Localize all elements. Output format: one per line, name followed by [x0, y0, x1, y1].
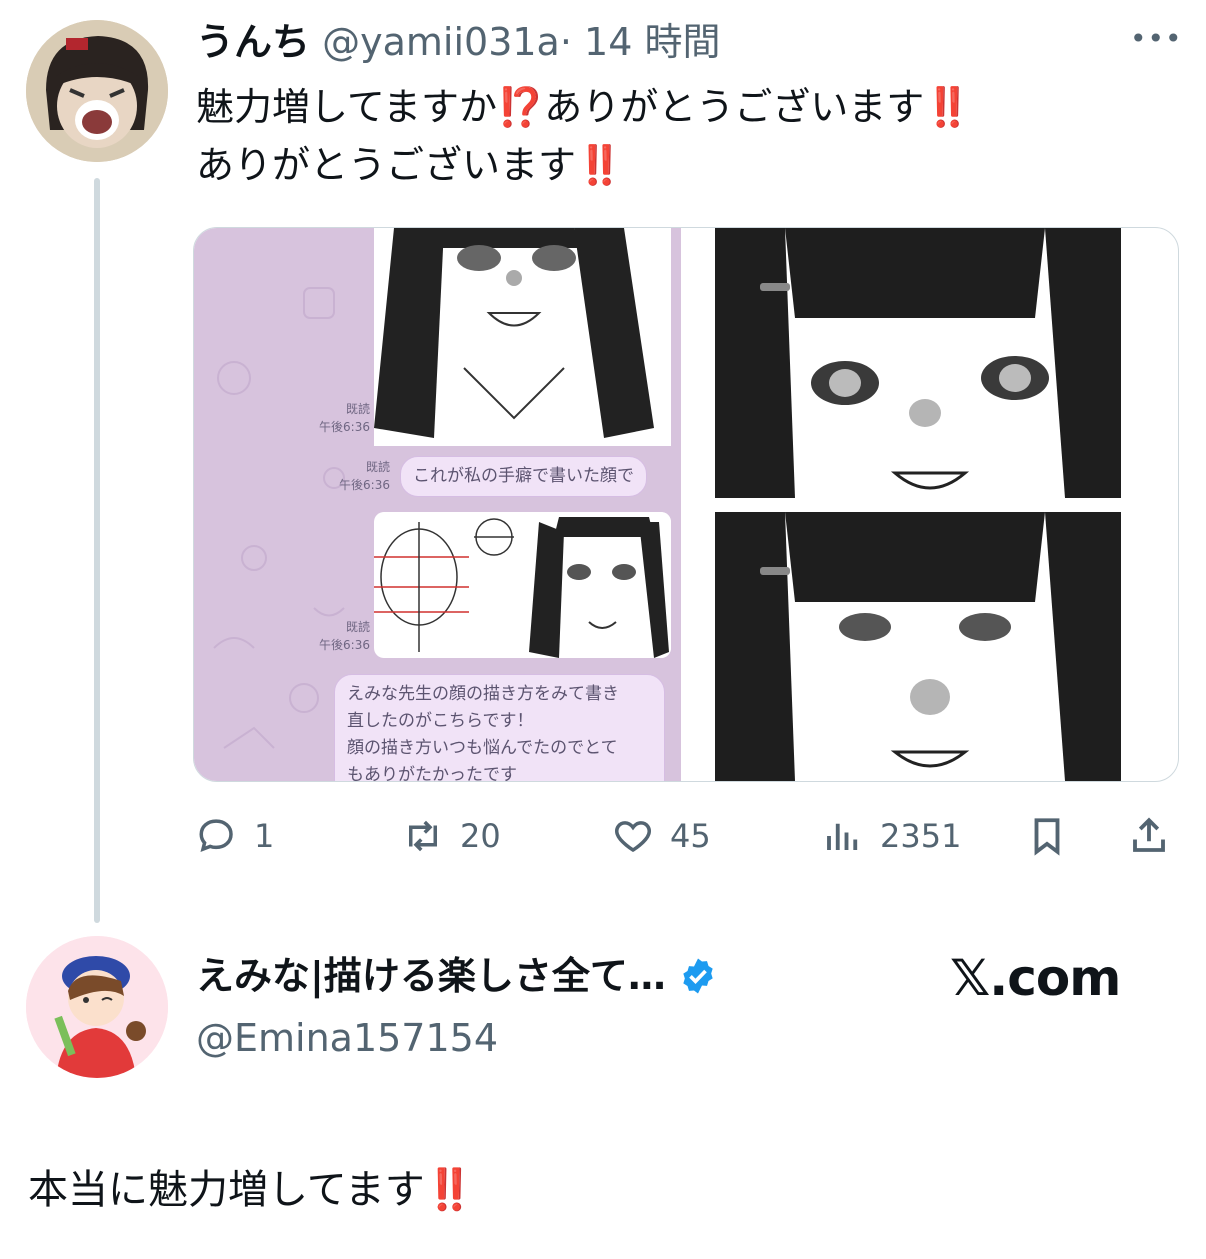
reply-author-handle[interactable]: @Emina157154	[196, 1010, 498, 1066]
bubble-line: えみな先生の顔の描き方をみて書き	[347, 684, 619, 704]
more-icon[interactable]: •••	[1130, 22, 1183, 55]
like-icon	[615, 821, 651, 853]
share-button[interactable]	[1128, 806, 1170, 866]
verified-icon	[683, 958, 713, 994]
read-time: 午後6:36	[319, 420, 370, 434]
chat-image-top	[374, 228, 671, 446]
chat-bubble: これが私の手癖で書いた顔で	[400, 456, 647, 497]
tweet-time[interactable]: 14 時間	[584, 20, 720, 64]
bookmark-icon	[1034, 818, 1060, 856]
read-label: 既読	[365, 460, 390, 474]
tweet-header: うんち @yamii031a· 14 時間	[196, 14, 720, 70]
bookmark-button[interactable]	[1026, 806, 1068, 866]
reply-text: 本当に魅力増してます‼️	[28, 1160, 475, 1220]
double-exclamation-emoji: ‼️	[576, 143, 624, 187]
chat-screenshot: 既読 午後6:36 既読 午後6:36 これが私の手癖で書いた顔で 既読 午後6…	[194, 228, 681, 781]
reply-author-name[interactable]: えみな|描ける楽しさ全て…	[196, 948, 666, 1004]
reply-icon	[199, 819, 233, 852]
like-button[interactable]: 45	[612, 806, 711, 866]
read-indicator: 既読 午後6:36	[304, 400, 370, 436]
manga-panel-top	[715, 228, 1121, 498]
retweet-button[interactable]: 20	[402, 806, 501, 866]
bubble-line: 直したのがこちらです！	[347, 711, 534, 731]
double-exclamation-emoji: ‼️	[424, 1167, 475, 1213]
author-handle[interactable]: @yamii031a	[322, 20, 560, 64]
read-label: 既読	[345, 402, 370, 416]
reply-text-part: 本当に魅力増してます	[28, 1167, 425, 1213]
chat-bubble-long: えみな先生の顔の描き方をみて書き 直したのがこちらです！ 顔の描き方いつも悩んで…	[334, 674, 665, 782]
read-time: 午後6:36	[319, 638, 370, 652]
bubble-line: 顔の描き方いつも悩んでたのでとて	[347, 738, 618, 758]
author-avatar[interactable]	[26, 20, 168, 162]
retweet-count: 20	[460, 817, 501, 855]
share-icon	[1133, 817, 1165, 852]
tweet-media[interactable]: 既読 午後6:36 既読 午後6:36 これが私の手癖で書いた顔で 既読 午後6…	[193, 227, 1179, 782]
interrobang-emoji: ⁉️	[496, 85, 545, 129]
reply-count: 1	[254, 817, 275, 855]
tweet-text-part: ありがとうございます	[196, 143, 577, 187]
manga-panel-bottom	[715, 512, 1121, 781]
tweet-text-part: ありがとうございます	[544, 85, 925, 129]
views-count: 2351	[880, 817, 962, 855]
bubble-line: もありがたかったです	[347, 765, 517, 782]
author-name[interactable]: うんち	[196, 20, 310, 64]
x-logo: 𝕏.com	[950, 949, 1121, 1007]
thread-line	[94, 178, 100, 923]
chat-image-guide	[374, 512, 671, 658]
read-indicator: 既読 午後6:36	[304, 618, 370, 654]
views-button[interactable]: 2351	[822, 806, 961, 866]
tweet-actions: 1 20 45 2351	[196, 806, 1176, 866]
separator: ·	[559, 20, 572, 64]
read-time: 午後6:36	[339, 478, 390, 492]
like-count: 45	[670, 817, 711, 855]
tweet-text: 魅力増してますか⁉️ありがとうございます‼️ ありがとうございます‼️	[196, 78, 1156, 194]
double-exclamation-emoji: ‼️	[924, 85, 972, 129]
retweet-icon	[409, 820, 437, 852]
read-indicator: 既読 午後6:36	[324, 458, 390, 494]
views-icon	[827, 823, 858, 850]
reply-author-avatar[interactable]	[26, 936, 168, 1078]
read-label: 既読	[345, 620, 370, 634]
reply-author-row: えみな|描ける楽しさ全て…	[196, 948, 718, 1004]
reply-button[interactable]: 1	[196, 806, 274, 866]
tweet-text-part: 魅力増してますか	[196, 85, 497, 129]
